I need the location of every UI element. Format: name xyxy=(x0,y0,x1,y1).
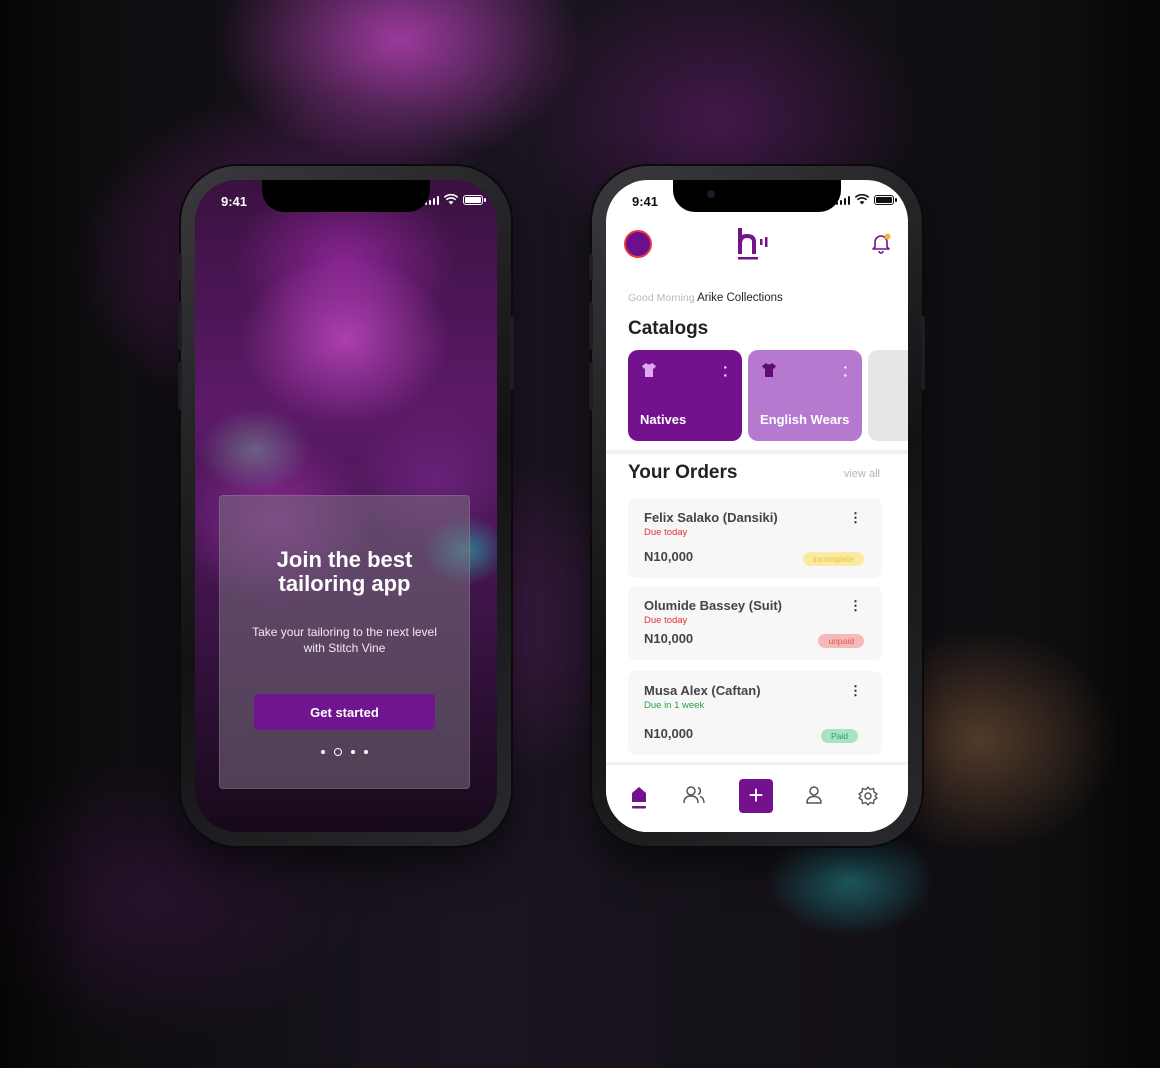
page-dot[interactable] xyxy=(321,750,325,754)
volume-down-button xyxy=(589,362,593,410)
catalogs-heading: Catalogs xyxy=(628,318,709,339)
more-options-icon[interactable]: ⋮ xyxy=(849,598,862,614)
page-dot[interactable] xyxy=(351,750,355,754)
onboarding-screen: 9:41 Join the best tailoring app Take yo… xyxy=(195,180,497,832)
phone-onboarding: 9:41 Join the best tailoring app Take yo… xyxy=(178,166,514,846)
page-dot[interactable] xyxy=(364,750,368,754)
phone-home: 9:41 Good Morning Arike Collections Cata… xyxy=(589,166,925,846)
catalog-card-english-wears[interactable]: · · English Wears xyxy=(748,350,862,441)
wifi-icon xyxy=(444,194,458,205)
battery-icon xyxy=(874,194,897,205)
wifi-icon xyxy=(855,194,869,205)
catalog-label: English Wears xyxy=(760,412,850,427)
volume-up-button xyxy=(589,302,593,350)
page-dot-active[interactable] xyxy=(334,748,342,756)
settings-icon[interactable] xyxy=(853,781,883,811)
order-amount: N10,000 xyxy=(644,549,694,564)
order-amount: N10,000 xyxy=(644,726,694,741)
add-order-button[interactable]: + xyxy=(739,779,773,813)
order-customer: Olumide Bassey (Suit) xyxy=(644,598,782,613)
catalog-label: Natives xyxy=(640,412,687,427)
greeting: Good Morning Arike Collections xyxy=(628,292,783,304)
status-badge: incomplete xyxy=(802,552,864,566)
orders-heading: Your Orders xyxy=(628,462,738,483)
notch xyxy=(262,180,430,212)
status-badge: unpaid xyxy=(818,634,864,648)
order-customer: Musa Alex (Caftan) xyxy=(644,683,761,698)
volume-down-button xyxy=(178,362,182,410)
battery-icon xyxy=(463,194,486,205)
more-options-icon[interactable]: · · xyxy=(723,360,728,382)
customers-icon[interactable] xyxy=(679,781,709,811)
status-time: 9:41 xyxy=(632,194,659,209)
catalog-card-partial[interactable] xyxy=(868,350,908,441)
silent-switch xyxy=(178,254,182,280)
order-customer: Felix Salako (Dansiki) xyxy=(644,510,778,525)
onboarding-title: Join the best tailoring app xyxy=(220,548,469,596)
status-badge: Paid xyxy=(820,729,858,743)
subtitle-line-2: with Stitch Vine xyxy=(303,641,386,655)
top-bar xyxy=(606,228,908,268)
page-indicator xyxy=(220,748,469,756)
notch xyxy=(673,180,841,212)
onboarding-subtitle: Take your tailoring to the next level wi… xyxy=(238,624,451,656)
bottom-nav: + xyxy=(606,762,908,832)
background-vignette xyxy=(0,0,1160,1068)
app-logo-icon xyxy=(737,228,768,260)
section-divider xyxy=(606,450,908,454)
get-started-button[interactable]: Get started xyxy=(254,694,435,730)
status-time: 9:41 xyxy=(221,194,248,209)
catalog-card-natives[interactable]: · · Natives xyxy=(628,350,742,441)
order-due: Due in 1 week xyxy=(644,700,705,711)
home-icon[interactable] xyxy=(624,781,654,811)
power-button xyxy=(921,316,925,390)
silent-switch xyxy=(589,254,593,280)
profile-icon[interactable] xyxy=(799,781,829,811)
order-due: Due today xyxy=(644,527,688,538)
home-screen: 9:41 Good Morning Arike Collections Cata… xyxy=(606,180,908,832)
more-options-icon[interactable]: ⋮ xyxy=(849,683,862,699)
shirt-icon xyxy=(642,363,656,377)
order-card[interactable]: Olumide Bassey (Suit) Due today ⋮ N10,00… xyxy=(628,586,882,660)
catalog-carousel: · · Natives · · English Wears xyxy=(628,350,908,441)
greeting-prefix: Good Morning xyxy=(628,292,695,304)
view-all-link[interactable]: view all xyxy=(844,468,880,480)
business-name: Arike Collections xyxy=(697,292,783,304)
order-due: Due today xyxy=(644,615,688,626)
shirt-icon xyxy=(762,363,776,377)
title-line-2: tailoring app xyxy=(278,571,411,596)
subtitle-line-1: Take your tailoring to the next level xyxy=(252,625,437,639)
more-options-icon[interactable]: ⋮ xyxy=(849,510,862,526)
power-button xyxy=(510,316,514,390)
more-options-icon[interactable]: · · xyxy=(843,360,848,382)
camera-icon xyxy=(707,190,715,198)
order-card[interactable]: Felix Salako (Dansiki) Due today ⋮ N10,0… xyxy=(628,498,882,578)
volume-up-button xyxy=(178,302,182,350)
bell-icon[interactable] xyxy=(870,232,892,254)
title-line-1: Join the best xyxy=(276,547,413,572)
onboarding-card: Join the best tailoring app Take your ta… xyxy=(219,495,470,789)
order-amount: N10,000 xyxy=(644,631,694,646)
avatar[interactable] xyxy=(624,230,652,258)
order-card[interactable]: Musa Alex (Caftan) Due in 1 week ⋮ N10,0… xyxy=(628,671,882,755)
